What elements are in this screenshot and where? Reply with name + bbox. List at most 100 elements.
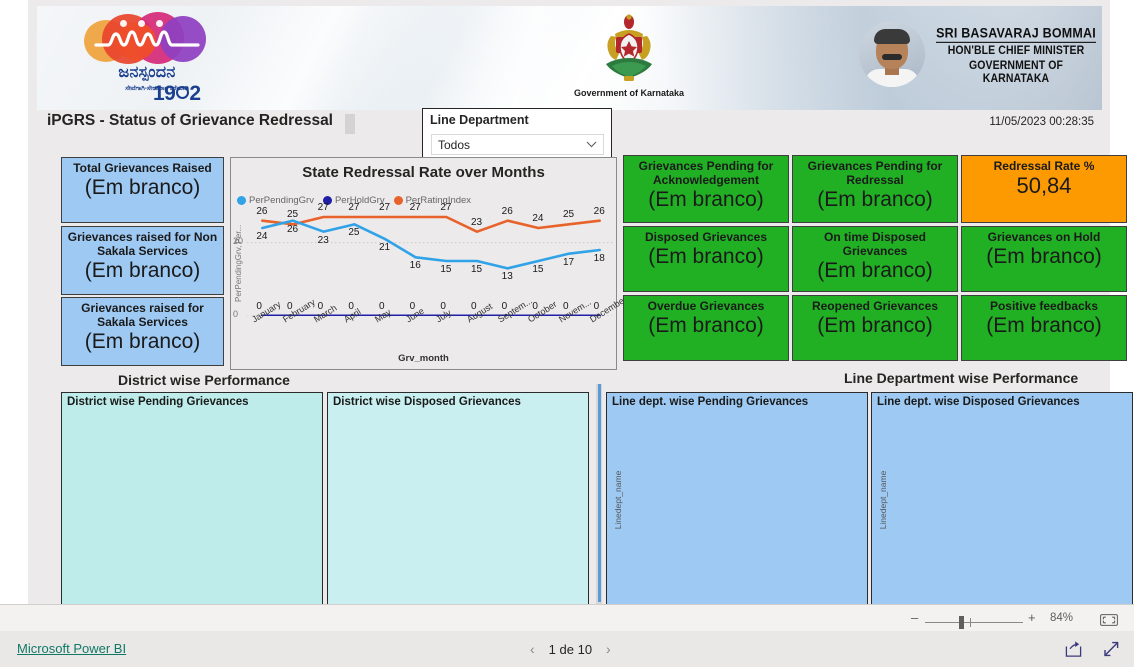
chart-data-label: 25 [348, 227, 360, 239]
kpi-card-sakala-services[interactable]: Grievances raised for Sakala Services (E… [61, 297, 224, 366]
kpi-card-total-grievances-raised[interactable]: Total Grievances Raised (Em branco) [61, 157, 224, 223]
chart-data-label: 26 [593, 205, 605, 217]
report-timestamp: 11/05/2023 00:28:35 [989, 116, 1094, 128]
chief-minister-block: SRI BASAVARAJ BOMMAI HON'BLE CHIEF MINIS… [859, 21, 1097, 95]
state-redressal-rate-chart[interactable]: State Redressal Rate over Months PerPend… [230, 157, 628, 370]
logo-helpline-number: 19 2 [153, 82, 201, 105]
panel-linedept-disposed-grievances[interactable]: Line dept. wise Disposed Grievances Line… [871, 392, 1133, 608]
legend-label: PerPendingGrv [249, 195, 314, 206]
logo-kannada-name: ಜನಸ್ಪಂದನ [118, 64, 176, 81]
chevron-right-icon[interactable]: › [606, 641, 611, 657]
microsoft-power-bi-link[interactable]: Microsoft Power BI [17, 641, 126, 656]
chart-data-label: 25 [287, 209, 299, 221]
kpi-value: (Em branco) [817, 259, 933, 282]
zoom-out-button[interactable]: – [911, 611, 918, 624]
chart-data-label: 26 [287, 223, 299, 235]
kpi-title: Grievances raised for Sakala Services [81, 301, 204, 329]
section-header-district: District wise Performance [118, 372, 290, 388]
chart-data-label: 23 [317, 234, 329, 246]
report-page: ಜನಸ್ಪಂದನ ಸೇವೆಗಾಗಿ-ಸೇರುವಾಗ ಕರೆಮಾಡಿ 19 2 G… [28, 0, 1133, 613]
kpi-value: (Em branco) [84, 330, 201, 353]
chart-data-label: 27 [317, 202, 329, 213]
kpi-value: (Em branco) [648, 314, 764, 337]
chief-minister-name: SRI BASAVARAJ BOMMAI [936, 25, 1096, 43]
panel-vertical-scrollbar[interactable] [596, 384, 602, 610]
zoom-slider-notch [970, 618, 971, 627]
kpi-card-reopened-grievances[interactable]: Reopened Grievances (Em branco) [792, 295, 958, 361]
logo-blob-icon [82, 12, 212, 64]
slicer-title: Line Department [430, 113, 529, 127]
chart-data-label: 26 [256, 205, 268, 217]
legend-label: PerHoldGrv [334, 195, 385, 206]
kpi-title: Overdue Grievances [647, 299, 765, 313]
jana-spandana-logo: ಜನಸ್ಪಂದನ ಸೇವೆಗಾಗಿ-ಸೇರುವಾಗ ಕರೆಮಾಡಿ 19 2 [67, 10, 227, 110]
kpi-value: (Em branco) [84, 259, 201, 282]
kpi-card-on-time-disposed[interactable]: On time Disposed Grievances (Em branco) [792, 226, 958, 292]
kpi-card-non-sakala-services[interactable]: Grievances raised for Non Sakala Service… [61, 226, 224, 295]
panel-title: District wise Disposed Grievances [333, 396, 521, 408]
kpi-card-overdue-grievances[interactable]: Overdue Grievances (Em branco) [623, 295, 789, 361]
line-department-slicer[interactable]: Line Department Todos [422, 108, 612, 160]
panel-district-pending-grievances[interactable]: District wise Pending Grievances [61, 392, 323, 608]
zoom-in-button[interactable]: + [1028, 611, 1036, 624]
chart-data-label: 23 [471, 216, 483, 228]
kpi-title: Disposed Grievances [644, 230, 768, 244]
chief-minister-text: SRI BASAVARAJ BOMMAI HON'BLE CHIEF MINIS… [935, 23, 1097, 86]
legend-swatch-icon [393, 196, 403, 205]
kpi-card-pending-for-acknowledgement[interactable]: Grievances Pending for Acknowledgement (… [623, 155, 789, 223]
fit-to-page-icon[interactable] [1100, 614, 1118, 626]
title-tag-marker [345, 114, 355, 134]
expand-icon[interactable] [1102, 640, 1121, 658]
chart-data-label: 26 [501, 205, 513, 217]
kpi-title: Grievances Pending for Acknowledgement [638, 159, 774, 187]
kpi-value: 50,84 [1016, 173, 1072, 198]
chart-x-tick-labels: January February March April May June July Augu… [247, 294, 628, 352]
chart-data-label: 24 [256, 231, 268, 242]
chart-data-label: 24 [532, 213, 544, 224]
slicer-dropdown[interactable]: Todos [431, 134, 604, 155]
panel-district-disposed-grievances[interactable]: District wise Disposed Grievances [327, 392, 589, 608]
kpi-card-pending-for-redressal[interactable]: Grievances Pending for Redressal (Em bra… [792, 155, 958, 223]
kpi-title: Grievances on Hold [987, 230, 1101, 244]
karnataka-emblem-block: Government of Karnataka [565, 14, 693, 98]
chart-title: State Redressal Rate over Months [302, 164, 545, 181]
panel-axis-label: Linedept_name [878, 470, 888, 530]
chart-data-label: 27 [409, 202, 421, 213]
share-icon[interactable] [1064, 640, 1083, 658]
zoom-slider-thumb[interactable] [959, 616, 964, 629]
page-indicator: 1 de 10 [548, 641, 593, 657]
chief-minister-photo [859, 21, 925, 87]
chart-y-tick: 0 [233, 309, 239, 319]
chart-data-label: 25 [563, 209, 575, 221]
legend-swatch-icon [237, 196, 246, 205]
chart-plot-area [247, 206, 615, 316]
panel-linedept-pending-grievances[interactable]: Line dept. wise Pending Grievances Lined… [606, 392, 868, 608]
chevron-left-icon[interactable]: ‹ [530, 641, 535, 657]
chart-data-label: 15 [471, 264, 483, 275]
legend-item-perratingindex[interactable]: PerRatingIndex [393, 195, 471, 206]
zoom-percentage: 84% [1050, 612, 1074, 624]
chart-data-label: 13 [501, 271, 513, 283]
kpi-value: (Em branco) [648, 188, 764, 211]
kpi-title: On time Disposed Grievances [823, 230, 927, 258]
kpi-card-disposed-grievances[interactable]: Disposed Grievances (Em branco) [623, 226, 789, 292]
chart-data-label: 18 [593, 253, 605, 264]
kpi-value: (Em branco) [84, 176, 201, 199]
chief-minister-designation: HON'BLE CHIEF MINISTER [947, 44, 1085, 58]
kpi-card-positive-feedbacks[interactable]: Positive feedbacks (Em branco) [961, 295, 1127, 361]
zoom-slider-track[interactable] [925, 622, 1023, 623]
canvas-gutter-left [0, 0, 28, 613]
kpi-title: Grievances raised for Non Sakala Service… [67, 230, 218, 258]
report-footer: Microsoft Power BI ‹ 1 de 10 › [0, 631, 1134, 667]
emblem-caption: Government of Karnataka [573, 88, 685, 98]
kpi-title: Total Grievances Raised [73, 161, 212, 175]
page-title: iPGRS - Status of Grievance Redressal [47, 112, 333, 129]
panel-title: Line dept. wise Disposed Grievances [877, 396, 1080, 408]
kpi-card-redressal-rate[interactable]: Redressal Rate % 50,84 [961, 155, 1127, 223]
legend-item-perpendinggrv[interactable]: PerPendingGrv [237, 195, 314, 206]
kpi-value: (Em branco) [817, 188, 933, 211]
chief-minister-government: GOVERNMENT OF KARNATAKA [968, 59, 1064, 86]
section-header-linedept: Line Department wise Performance [844, 370, 1079, 386]
kpi-card-grievances-on-hold[interactable]: Grievances on Hold (Em branco) [961, 226, 1127, 292]
panel-axis-label: Linedept_name [613, 470, 623, 530]
